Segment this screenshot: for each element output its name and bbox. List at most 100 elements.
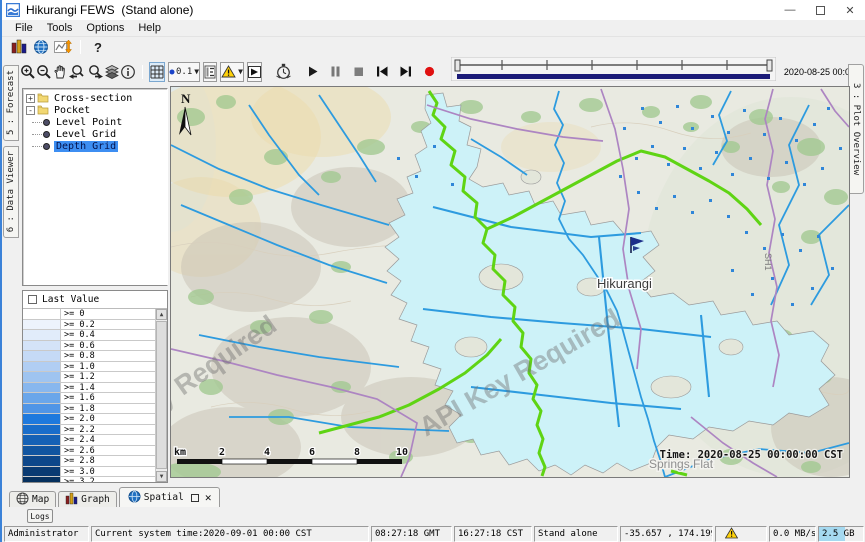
legend-row[interactable]: >= 0.8 <box>23 351 155 362</box>
pause-button[interactable] <box>329 65 342 78</box>
zoom-next-icon[interactable] <box>86 63 104 81</box>
tab-graph[interactable]: Graph <box>58 491 117 507</box>
status-time-cst: 16:27:18 CST <box>454 526 532 542</box>
status-text: Stand alone <box>538 529 598 539</box>
tree-item-label: Cross-section <box>52 93 134 104</box>
record-button[interactable] <box>423 65 436 78</box>
zoom-out-icon[interactable] <box>36 63 52 81</box>
legend-value-label: >= 0.6 <box>61 341 155 351</box>
grid-display-button[interactable] <box>149 62 165 82</box>
legend-swatch <box>23 435 61 445</box>
legend-row[interactable]: >= 0.2 <box>23 320 155 331</box>
menu-item-options[interactable]: Options <box>79 22 131 34</box>
legend-row[interactable]: >= 0 <box>23 309 155 320</box>
expand-icon[interactable]: + <box>26 94 35 103</box>
globe-icon[interactable] <box>30 38 52 56</box>
legend-row[interactable]: >= 0.4 <box>23 330 155 341</box>
legend-row[interactable]: >= 2.2 <box>23 425 155 436</box>
minimize-button[interactable]: — <box>775 0 805 20</box>
time-settings-icon[interactable] <box>275 63 292 81</box>
scroll-down-icon[interactable]: ▼ <box>156 471 167 482</box>
legend-row[interactable]: >= 0.6 <box>23 341 155 352</box>
tab-spatial[interactable]: Spatial✕ <box>119 487 221 507</box>
legend-swatch <box>23 383 61 393</box>
bottom-tab-bar: MapGraphSpatial✕ <box>2 486 865 507</box>
play-button[interactable] <box>306 65 319 78</box>
legend-value-label: >= 1.4 <box>61 383 155 393</box>
zoom-previous-icon[interactable] <box>68 63 86 81</box>
tree-item-label: Depth Grid <box>54 141 118 152</box>
svg-text:2: 2 <box>219 447 225 458</box>
title-bar: Hikurangi FEWS (Stand alone) — ✕ <box>2 0 865 20</box>
interval-value: 0.1 <box>176 67 192 77</box>
legend-row[interactable]: >= 2.8 <box>23 456 155 467</box>
animation-display-button[interactable] <box>247 62 262 82</box>
legend-scrollbar[interactable]: ▲ ▼ <box>155 309 167 482</box>
legend-row[interactable]: >= 2.4 <box>23 435 155 446</box>
legend-value-label: >= 0 <box>61 309 155 319</box>
scrollbar-thumb[interactable] <box>156 321 167 469</box>
tree-item-depth-grid[interactable]: Depth Grid <box>23 140 167 152</box>
menu-item-file[interactable]: File <box>8 22 40 34</box>
tab-plot-overview[interactable]: 3 : Plot Overview <box>848 64 864 194</box>
legend-row[interactable]: >= 3.0 <box>23 467 155 478</box>
legend-swatch <box>23 372 61 382</box>
road-label-sh1: SH1 <box>763 253 773 271</box>
legend-row[interactable]: >= 1.8 <box>23 404 155 415</box>
zoom-in-icon[interactable] <box>20 63 36 81</box>
skip-to-end-button[interactable] <box>399 65 413 78</box>
node-bullet-icon <box>43 143 50 150</box>
warning-icon <box>221 65 236 78</box>
close-button[interactable]: ✕ <box>835 0 865 20</box>
tree-guide-line <box>32 122 42 123</box>
legend-panel: Last Value >= 0>= 0.2>= 0.4>= 0.6>= 0.8>… <box>22 290 168 483</box>
right-tab-strip: 3 : Plot Overview <box>848 60 865 486</box>
legend-row[interactable]: >= 2.0 <box>23 414 155 425</box>
menu-item-help[interactable]: Help <box>131 22 168 34</box>
layers-icon[interactable] <box>104 63 120 81</box>
legend-row[interactable]: >= 1.6 <box>23 393 155 404</box>
stop-button[interactable] <box>352 65 365 78</box>
legend-row[interactable]: >= 2.6 <box>23 446 155 457</box>
tab-map[interactable]: Map <box>9 491 56 507</box>
legend-row[interactable]: >= 1.0 <box>23 362 155 373</box>
tree-item-pocket[interactable]: -Pocket <box>23 104 167 116</box>
maximize-button[interactable] <box>805 0 835 20</box>
map-canvas[interactable]: SH1 API Key Required API Key Required Hi… <box>171 87 849 477</box>
tab-data-viewer[interactable]: 6 : Data Viewer <box>3 146 19 238</box>
warning-threshold-dropdown[interactable]: ▼ <box>220 62 244 82</box>
scroll-up-icon[interactable]: ▲ <box>156 309 167 320</box>
legend-value-label: >= 2.8 <box>61 456 155 466</box>
close-tab-icon[interactable]: ✕ <box>205 491 212 504</box>
logs-button[interactable]: Logs <box>27 509 53 523</box>
legend-value-label: >= 0.4 <box>61 330 155 340</box>
last-value-checkbox[interactable] <box>28 295 37 304</box>
contour-interval-dropdown[interactable]: 0.1 ▼ <box>168 62 200 82</box>
legend-row[interactable]: >= 3.2 <box>23 477 155 482</box>
skip-to-start-button[interactable] <box>375 65 389 78</box>
filter-tree[interactable]: + Cross-section-PocketLevel PointLevel Gr… <box>22 88 168 286</box>
status-coordinates: -35.657 , 174.199 <box>620 526 713 542</box>
status-user: Administrator <box>4 526 89 542</box>
tree-item-level-grid[interactable]: Level Grid <box>23 128 167 140</box>
elevation-button[interactable] <box>203 62 217 82</box>
timeline-slider[interactable] <box>451 57 776 86</box>
legend-row[interactable]: >= 1.2 <box>23 372 155 383</box>
map-globe-icon <box>16 492 29 508</box>
help-button[interactable]: ? <box>87 38 109 56</box>
tree-item-cross-section[interactable]: + Cross-section <box>23 92 167 104</box>
tree-item-level-point[interactable]: Level Point <box>23 116 167 128</box>
timeseries-chart-icon[interactable] <box>52 38 74 56</box>
info-icon[interactable] <box>120 63 136 81</box>
legend-row[interactable]: >= 1.4 <box>23 383 155 394</box>
chevron-down-icon: ▼ <box>194 67 199 76</box>
collapse-icon[interactable]: - <box>26 106 35 115</box>
tab-forecast[interactable]: 5 : Forecast <box>3 65 19 141</box>
maximize-tab-icon[interactable] <box>191 494 199 502</box>
status-warning[interactable] <box>715 526 767 542</box>
menu-item-tools[interactable]: Tools <box>40 22 80 34</box>
pan-hand-icon[interactable] <box>52 63 68 81</box>
status-text: 16:27:18 CST <box>458 529 523 539</box>
database-icon[interactable] <box>8 38 30 56</box>
map-view[interactable]: SH1 API Key Required API Key Required Hi… <box>170 86 850 478</box>
